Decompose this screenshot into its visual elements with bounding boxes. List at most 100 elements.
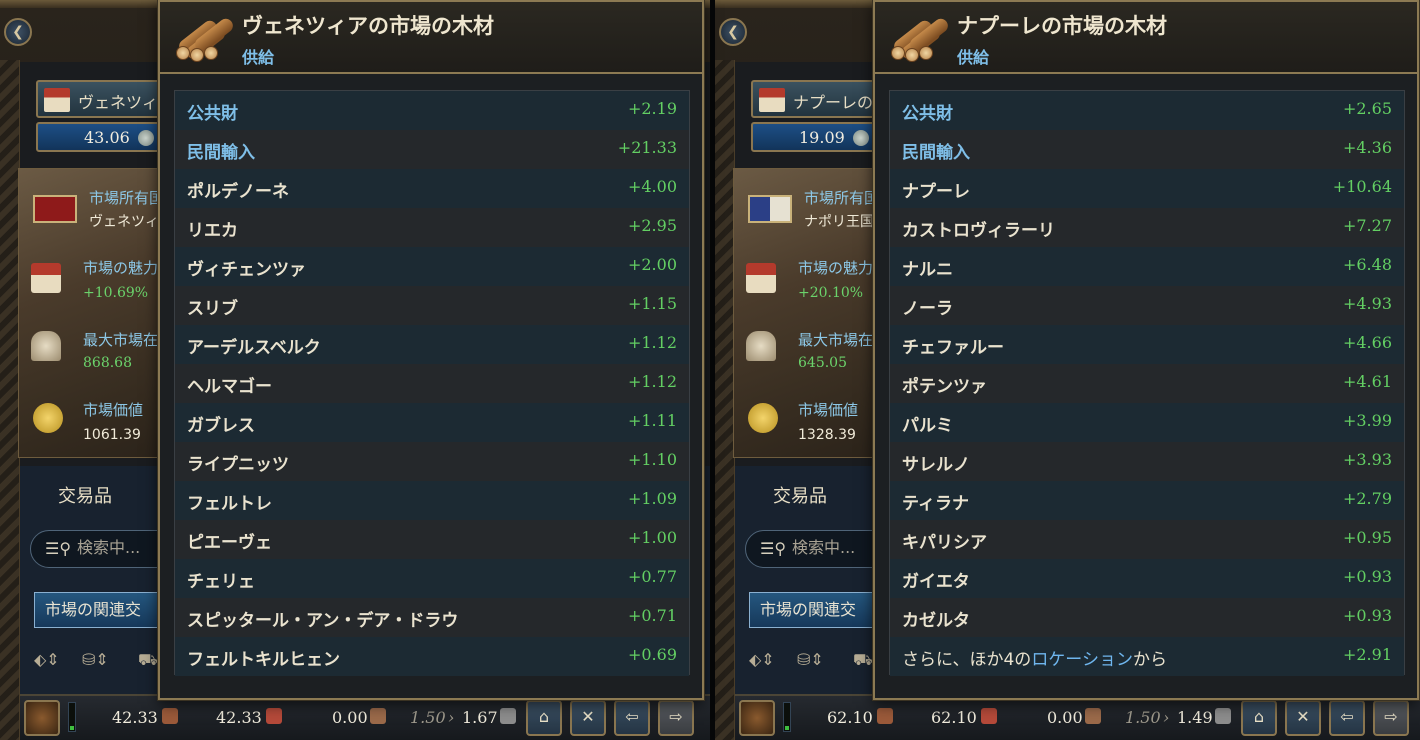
wood-good-icon[interactable] [739,700,775,736]
supply-row: ヘルマゴー +1.12 [175,364,689,403]
tooltip-title: ナプーレの市場の木材 [957,13,1167,38]
market-info-card: 市場所有国 ナポリ王国 市場の魅力 +20.10% 最大市場在 645.05 市… [733,168,883,458]
supply-source-value: +1.10 [627,450,677,469]
market-info-card: 市場所有国 ヴェネツィ 市場の魅力 +10.69% 最大市場在 868.68 市… [18,168,168,458]
supply-source-name[interactable]: ライプニッツ [187,450,289,475]
supply-source-name[interactable]: ヴィチェンツァ [187,255,306,280]
tooltip-header: ナプーレの市場の木材 供給 [875,2,1417,74]
trade-route-button[interactable]: ✕ [570,700,606,736]
supply-row: 公共財 +2.19 [175,91,689,130]
base-price: 1.50 [1125,708,1161,727]
market-price-value: 1061.39 [83,427,141,443]
supply-row: リエカ +2.95 [175,208,689,247]
building-button[interactable]: ⌂ [526,700,562,736]
goods-title[interactable]: 交易品 [58,482,112,508]
market-attraction-icon [31,263,61,293]
supply-source-value: +0.71 [627,606,677,625]
related-goods-button[interactable]: 市場の関連交 [34,592,174,628]
import-button[interactable]: ⇦ [614,700,650,736]
locations-link[interactable]: ロケーション [1031,650,1133,670]
market-value: 19.09 [799,128,845,147]
max-stock-icon [746,331,776,361]
supply-source-name[interactable]: ガブレス [187,411,255,436]
supply-source-name[interactable]: チェファルー [902,333,1004,358]
supply-source-name[interactable]: カゼルタ [902,606,970,631]
tooltip-title: ヴェネツィアの市場の木材 [242,13,494,38]
supply-value: 42.33 [112,708,158,727]
supply-source-value: +0.93 [1342,606,1392,625]
price-arrow: › [1163,708,1170,727]
supply-row: カストロヴィラーリ +7.27 [890,208,1404,247]
sort-controls: ⬖⇕ ⛁⇕ ⛟ [743,650,883,680]
supply-row: 民間輸入 +4.36 [890,130,1404,169]
supply-source-name[interactable]: ピエーヴェ [187,528,272,553]
supply-source-value: +1.11 [627,411,677,430]
supply-source-name[interactable]: ティラナ [902,489,969,514]
related-goods-button[interactable]: 市場の関連交 [749,592,889,628]
sort-goods-icon[interactable]: ⛁⇕ [82,650,109,669]
supply-source-name[interactable]: ノーラ [902,294,953,319]
owner-value[interactable]: ナポリ王国 [804,211,874,231]
owner-value[interactable]: ヴェネツィ [89,211,159,231]
naples-flag-icon[interactable] [748,195,792,223]
supply-source-name[interactable]: ナプーレ [902,177,970,202]
supply-source-value: +4.36 [1342,138,1392,157]
max-stock-icon [31,331,61,361]
supply-source-name[interactable]: スリブ [187,294,238,319]
sort-goods-icon[interactable]: ⛁⇕ [797,650,824,669]
goods-row[interactable]: 62.10 62.10 0.00 1.50 › 1.49 ⌂ ✕ ⇦ ⇨ [735,694,1420,740]
supply-source-name[interactable]: ポルデノーネ [187,177,289,202]
supply-source-value: +4.61 [1342,372,1392,391]
cart-icon[interactable]: ⛟ [853,650,873,671]
supply-source-name[interactable]: ガイエタ [902,567,970,592]
supply-row: 民間輸入 +21.33 [175,130,689,169]
price-icon [500,708,516,724]
market-price-label: 市場価値 [83,401,144,419]
supply-source-name: 公共財 [902,104,953,124]
supply-row: ヴィチェンツァ +2.00 [175,247,689,286]
more-locations-row: さらに、ほか4のロケーションから +2.91 [890,637,1404,676]
sort-filter-icon[interactable]: ⬖⇕ [34,650,60,669]
trade-route-button[interactable]: ✕ [1285,700,1321,736]
supply-source-name[interactable]: ナルニ [902,255,953,280]
supply-source-name[interactable]: ヘルマゴー [187,372,272,397]
export-button[interactable]: ⇨ [1373,700,1409,736]
supply-source-name: 民間輸入 [902,143,970,163]
supply-source-value: +2.00 [627,255,677,274]
supply-source-value: +7.27 [1342,216,1392,235]
supply-source-name[interactable]: サレルノ [902,450,970,475]
tooltip-subtitle: 供給 [957,48,990,67]
attraction-value: +10.69% [83,285,149,301]
export-button[interactable]: ⇨ [658,700,694,736]
supply-row: ティラナ +2.79 [890,481,1404,520]
import-button[interactable]: ⇦ [1329,700,1365,736]
back-button[interactable]: ❮ [4,18,32,46]
supply-source-name[interactable]: リエカ [187,216,238,241]
venice-flag-icon[interactable] [33,195,77,223]
supply-source-name[interactable]: アーデルスベルク [187,333,321,358]
supply-source-name[interactable]: キパリシア [902,528,987,553]
supply-source-name[interactable]: スピッタール・アン・デア・ドラウ [187,606,458,631]
supply-row: ガブレス +1.11 [175,403,689,442]
wood-good-icon[interactable] [24,700,60,736]
supply-source-name[interactable]: ポテンツァ [902,372,987,397]
silver-coins-icon [138,130,154,146]
supply-source-name[interactable]: フェルトキルヒェン [187,645,340,670]
cart-icon[interactable]: ⛟ [138,650,158,671]
goods-row[interactable]: 42.33 42.33 0.00 1.50 › 1.67 ⌂ ✕ ⇦ ⇨ [20,694,710,740]
supply-source-name[interactable]: カストロヴィラーリ [902,216,1055,241]
supply-source-value: +10.64 [1332,177,1392,196]
building-button[interactable]: ⌂ [1241,700,1277,736]
supply-source-name[interactable]: パルミ [902,411,953,436]
tooltip-header: ヴェネツィアの市場の木材 供給 [160,2,702,74]
supply-source-name[interactable]: チェリェ [187,567,255,592]
goods-title[interactable]: 交易品 [773,482,827,508]
supply-source-value: +1.09 [627,489,677,508]
sort-filter-icon[interactable]: ⬖⇕ [749,650,775,669]
supply-source-name[interactable]: フェルトレ [187,489,272,514]
back-button[interactable]: ❮ [719,18,747,46]
supply-row: ピエーヴェ +1.00 [175,520,689,559]
supply-row: キパリシア +0.95 [890,520,1404,559]
max-stock-label: 最大市場在 [798,331,874,349]
supply-source-value: +6.48 [1342,255,1392,274]
